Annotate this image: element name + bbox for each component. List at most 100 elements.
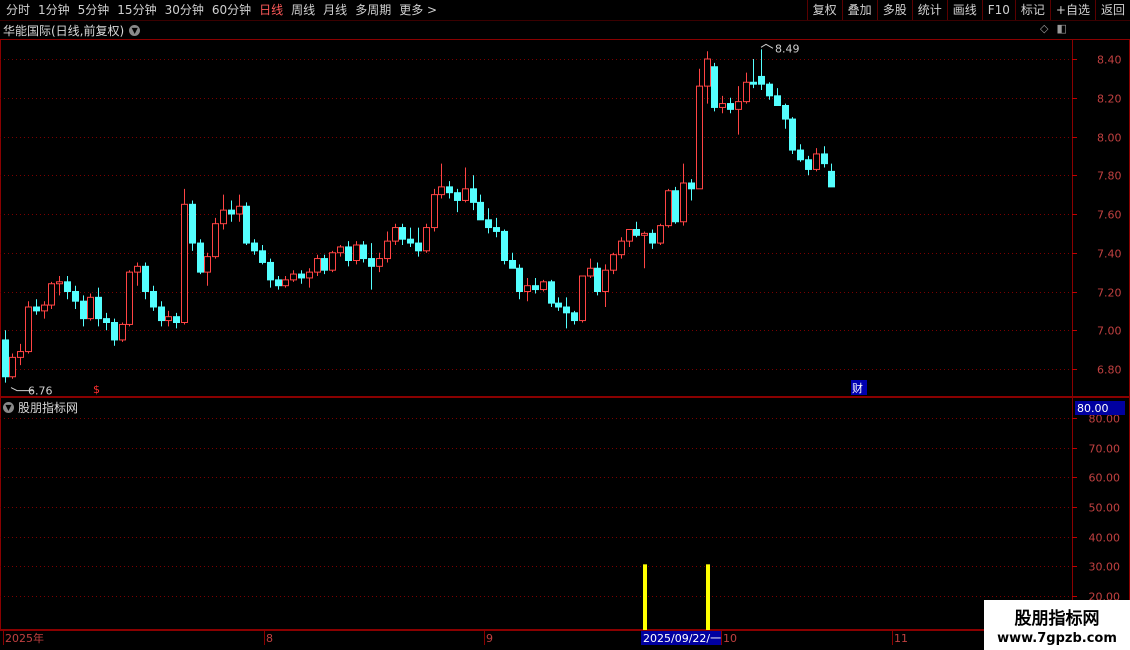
candle-body	[197, 242, 204, 273]
candle	[477, 194, 484, 221]
candle-body	[813, 153, 820, 170]
candle	[142, 262, 149, 300]
time-axis-label: 8	[266, 632, 273, 645]
candle-body	[657, 225, 664, 244]
price-tick-label: 8.20	[1097, 93, 1122, 106]
candle	[329, 250, 336, 273]
candle	[540, 279, 547, 292]
candle	[782, 103, 789, 129]
candle-body	[17, 351, 24, 358]
candle	[415, 227, 422, 257]
candle	[111, 318, 118, 346]
candle	[711, 62, 718, 112]
candle	[2, 330, 9, 383]
candle	[134, 262, 141, 286]
toolbar-button-2[interactable]: 多股	[876, 0, 912, 20]
candle-body	[524, 285, 531, 292]
candle	[727, 97, 734, 114]
candle	[306, 268, 313, 288]
tab-9[interactable]: 多周期	[351, 0, 395, 20]
tab-10[interactable]: 更多 >	[395, 0, 441, 20]
candle	[719, 95, 726, 114]
candle-body	[548, 281, 555, 304]
tab-4[interactable]: 30分钟	[161, 0, 208, 20]
candle	[119, 322, 126, 342]
candle	[298, 270, 305, 284]
candle-body	[314, 258, 321, 273]
candle-body	[251, 242, 258, 252]
low-arrow	[10, 387, 33, 392]
candle	[259, 245, 266, 265]
tab-2[interactable]: 5分钟	[74, 0, 114, 20]
toolbar-button-5[interactable]: F10	[981, 0, 1015, 20]
candle-body	[87, 296, 94, 320]
candle	[25, 301, 32, 354]
tab-0[interactable]: 分时	[2, 0, 34, 20]
candle	[438, 163, 445, 199]
tab-7[interactable]: 周线	[287, 0, 319, 20]
candle	[360, 241, 367, 263]
sub-chart-frame	[0, 397, 1130, 630]
candle	[828, 163, 835, 188]
toolbar-button-0[interactable]: 复权	[806, 0, 842, 20]
candle	[282, 276, 289, 288]
toolbar-button-3[interactable]: 统计	[911, 0, 947, 20]
toolbar-button-6[interactable]: 标记	[1014, 0, 1050, 20]
toolbar-button-8[interactable]: 返回	[1094, 0, 1130, 20]
candle	[532, 277, 539, 294]
signal-bar	[643, 564, 647, 630]
toolbar-button-1[interactable]: 叠加	[841, 0, 877, 20]
candle	[626, 229, 633, 247]
time-axis-label: 9	[486, 632, 493, 645]
candle-body	[80, 300, 87, 320]
candle	[368, 243, 375, 290]
candle	[80, 295, 87, 327]
chevron-down-icon[interactable]: ▼	[3, 402, 14, 413]
current-value-label: 80.00	[1077, 402, 1109, 415]
indicator-tick-label: 60.00	[1089, 472, 1121, 485]
candle-body	[220, 209, 227, 225]
period-toolbar: 分时 1分钟 5分钟 15分钟 30分钟 60分钟 日线 周线 月线 多周期 更多 > 复权 叠加 多股…	[0, 0, 1130, 21]
candle	[688, 179, 695, 201]
tab-8[interactable]: 月线	[319, 0, 351, 20]
candle-body	[509, 260, 516, 269]
candle	[181, 188, 188, 325]
tab-1[interactable]: 1分钟	[34, 0, 74, 20]
candle-body	[126, 271, 133, 325]
chevron-down-icon[interactable]: ▼	[129, 25, 141, 36]
tab-5[interactable]: 60分钟	[208, 0, 255, 20]
candle-body	[111, 322, 118, 341]
candle-body	[587, 267, 594, 277]
candle	[548, 279, 555, 307]
candle	[789, 117, 796, 154]
candle	[649, 229, 656, 249]
candle-body	[532, 285, 539, 291]
indicator-tick-label: 50.00	[1089, 502, 1121, 515]
candle	[158, 301, 165, 327]
candle-body	[454, 192, 461, 201]
time-axis-label: 10	[723, 632, 737, 645]
time-axis-label: 2025年	[5, 631, 44, 645]
kline-chart[interactable]: 8.40 8.20 8.00 7.80 7.60 7.40 7.20 7.00 6.80 80.0…	[0, 0, 1130, 650]
candle	[665, 188, 672, 228]
candle-body	[594, 267, 601, 292]
finance-marker: 财	[852, 381, 863, 395]
tab-6[interactable]: 日线	[255, 0, 287, 20]
candle	[228, 200, 235, 222]
low-price-label: 6.76	[28, 385, 53, 398]
toolbar-button-4[interactable]: 画线	[946, 0, 982, 20]
toolbar-button-7[interactable]: +自选	[1049, 0, 1095, 20]
split-window-icon[interactable]: ◧	[1056, 22, 1066, 35]
candle-body	[142, 265, 149, 292]
price-tick-label: 7.40	[1097, 248, 1122, 261]
chart-tool-icons: ◇ ◧	[1040, 22, 1067, 35]
tab-3[interactable]: 15分钟	[113, 0, 160, 20]
price-tick-label: 7.00	[1097, 325, 1122, 338]
event-marker: $	[93, 383, 100, 396]
candle-body	[516, 267, 523, 292]
candle	[571, 310, 578, 325]
diamond-icon[interactable]: ◇	[1040, 22, 1048, 35]
main-chart-title: 华能国际(日线,前复权) ▼	[3, 22, 141, 39]
candle	[587, 258, 594, 278]
candle	[579, 275, 586, 323]
